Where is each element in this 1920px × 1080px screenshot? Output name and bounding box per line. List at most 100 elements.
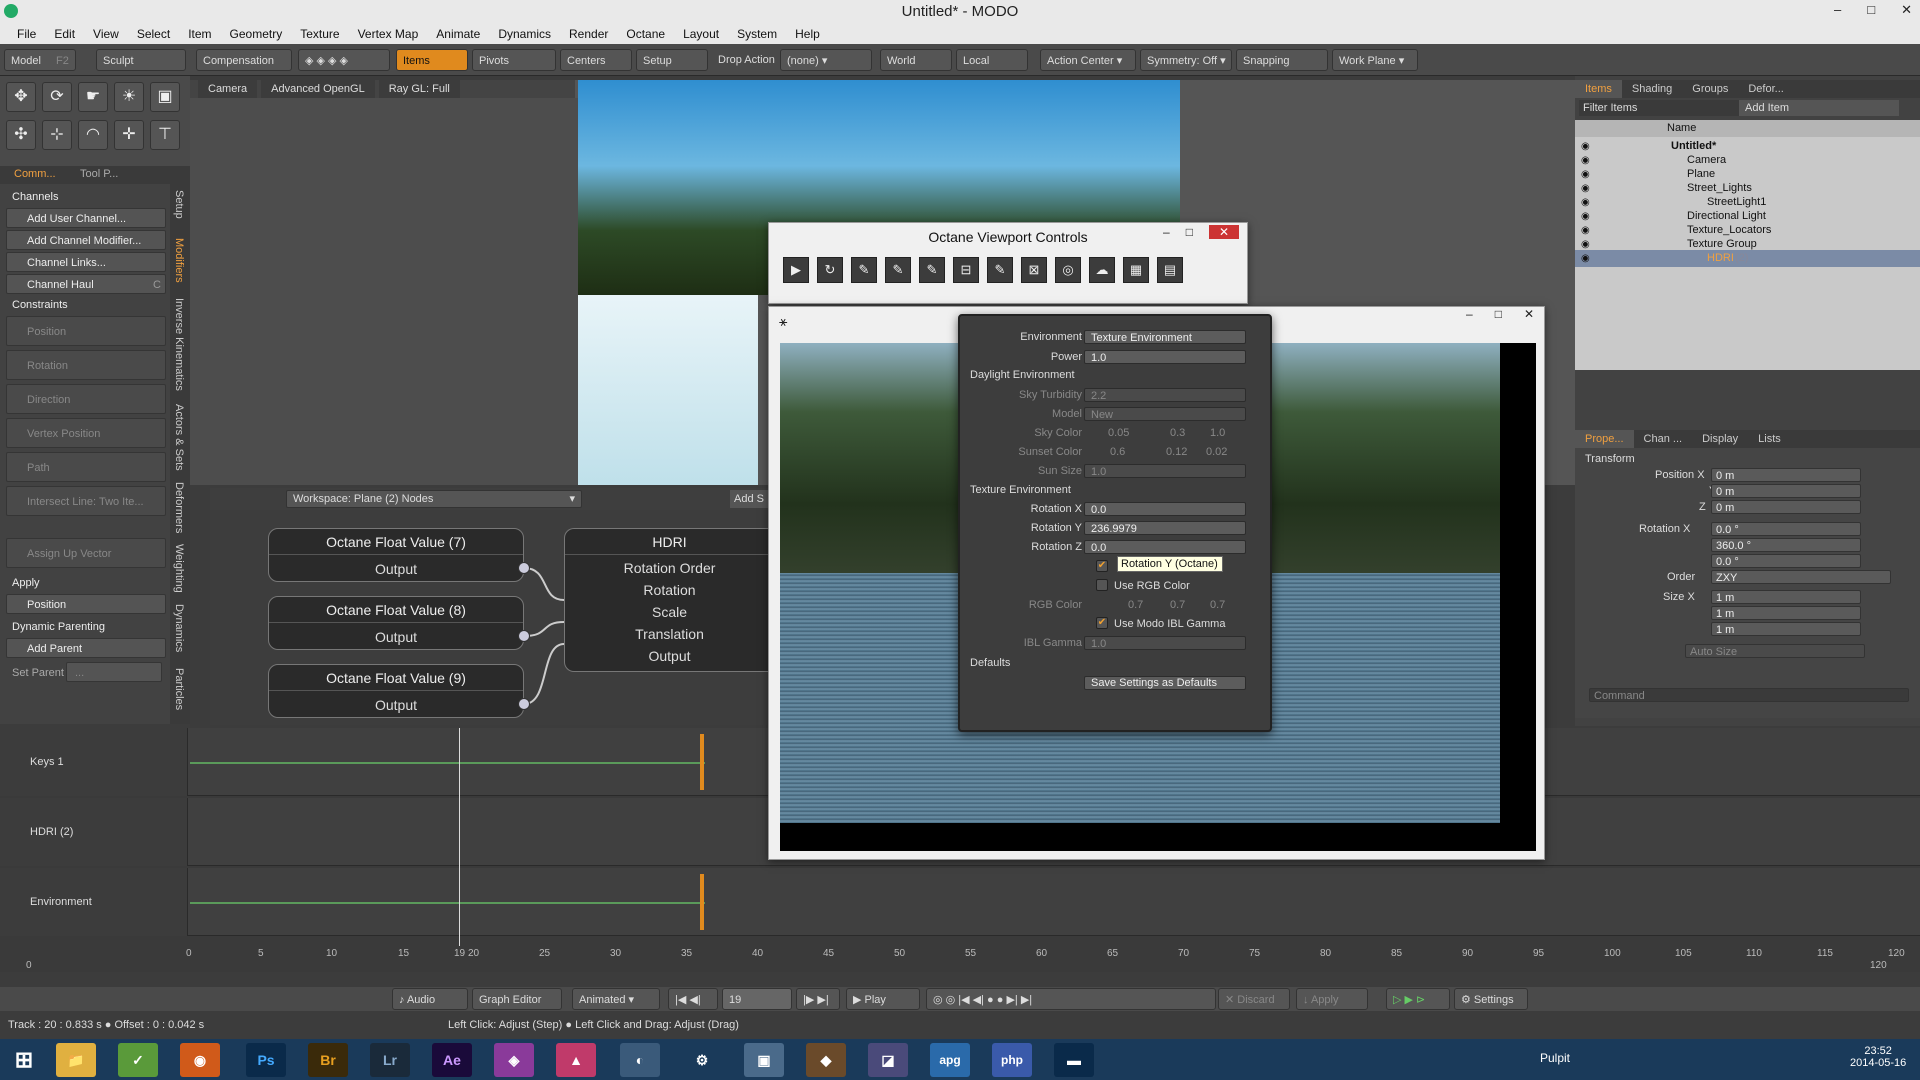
daylight-environment-header[interactable]: Daylight Environment [970, 368, 1075, 382]
play-button[interactable]: ▶ Play [846, 988, 920, 1010]
setup-button[interactable]: Setup [636, 49, 708, 71]
position-constraint-button[interactable]: Position [6, 316, 166, 346]
output-pin[interactable] [518, 562, 530, 574]
app-icon[interactable]: ✓ [118, 1043, 158, 1077]
menu-render[interactable]: Render [560, 24, 617, 44]
workspace-select[interactable]: Workspace: Plane (2) Nodes ▾ [286, 490, 582, 508]
clock[interactable]: 23:52 2014-05-16 [1850, 1045, 1906, 1069]
rotation-x-input[interactable]: 0.0 [1084, 502, 1246, 516]
imager-settings-icon[interactable]: ▦ [1123, 257, 1149, 283]
set-parent-select[interactable]: ... [66, 662, 162, 682]
sky-color-r[interactable]: 0.05 [1108, 426, 1129, 440]
command-input[interactable]: Command [1589, 688, 1909, 702]
size-x-input[interactable]: 1 m [1711, 590, 1861, 604]
rgb-color-r[interactable]: 0.7 [1128, 598, 1143, 612]
gl-viewport-grid[interactable] [190, 98, 578, 485]
size-y-input[interactable]: 1 m [1711, 606, 1861, 620]
keyframe-marker[interactable] [700, 874, 704, 930]
vtab-dynamics[interactable]: Dynamics [173, 604, 185, 652]
environment-select[interactable]: Texture Environment [1084, 330, 1246, 344]
position-x-input[interactable]: 0 m [1711, 468, 1861, 482]
world-button[interactable]: World [880, 49, 952, 71]
vtab-modifiers[interactable]: Modifiers [173, 238, 185, 283]
sunset-color-g[interactable]: 0.12 [1166, 445, 1187, 459]
position-z-input[interactable]: 0 m [1711, 500, 1861, 514]
tab-display[interactable]: Display [1692, 430, 1748, 448]
output-pin[interactable] [518, 698, 530, 710]
menu-layout[interactable]: Layout [674, 24, 728, 44]
frame-step-buttons[interactable]: |◀ ◀| [668, 988, 718, 1010]
sky-color-b[interactable]: 1.0 [1210, 426, 1225, 440]
menu-system[interactable]: System [728, 24, 786, 44]
key-controls[interactable]: ◎ ◎ |◀ ◀| ● ● ▶| ▶| [926, 988, 1216, 1010]
start-button-icon[interactable]: ⊞ [4, 1043, 44, 1077]
menu-animate[interactable]: Animate [427, 24, 489, 44]
centers-mode-button[interactable]: Centers [560, 49, 632, 71]
vtab-deformers[interactable]: Deformers [173, 482, 185, 533]
minimize-button[interactable]: – [1163, 225, 1170, 239]
items-mode-button[interactable]: Items [396, 49, 468, 71]
pick-white-balance-icon[interactable]: ✎ [885, 257, 911, 283]
menu-select[interactable]: Select [128, 24, 179, 44]
add-user-channel-button[interactable]: Add User Channel... [6, 208, 166, 228]
pick-focus-icon[interactable]: ✎ [851, 257, 877, 283]
current-frame-line[interactable] [459, 728, 460, 946]
power-input[interactable]: 1.0 [1084, 350, 1246, 364]
keyframe-marker[interactable] [700, 734, 704, 790]
vtab-weighting[interactable]: Weighting [173, 544, 185, 593]
rgb-color-b[interactable]: 0.7 [1210, 598, 1225, 612]
apply-position-button[interactable]: Position [6, 594, 166, 614]
filter-items-input[interactable]: Filter Items [1579, 100, 1739, 116]
timeline-ruler[interactable]: 0 5 10 15 19 20 25 30 35 40 45 50 55 60 … [0, 946, 1920, 972]
apply-button[interactable]: ↓ Apply [1296, 988, 1368, 1010]
sky-color-g[interactable]: 0.3 [1170, 426, 1185, 440]
direction-constraint-button[interactable]: Direction [6, 384, 166, 414]
start-render-icon[interactable]: ▶ [783, 257, 809, 283]
tab-items[interactable]: Items [1575, 80, 1622, 98]
node-graph[interactable]: Octane Float Value (7) Output Octane Flo… [210, 510, 774, 725]
menu-view[interactable]: View [84, 24, 128, 44]
rotation-x-input[interactable]: 0.0 ° [1711, 522, 1861, 536]
order-select[interactable]: ZXY [1711, 570, 1891, 584]
work-plane-select[interactable]: Work Plane ▾ [1332, 49, 1418, 71]
sculpt-tab[interactable]: Sculpt [96, 49, 186, 71]
rotation-z-input[interactable]: 0.0 [1084, 540, 1246, 554]
pivot-tool-icon[interactable]: ✛ [114, 120, 144, 150]
maximize-button[interactable]: □ [1867, 2, 1875, 18]
float-value-node-7[interactable]: Octane Float Value (7) Output [268, 528, 524, 582]
php-icon[interactable]: php [992, 1043, 1032, 1077]
sunset-color-b[interactable]: 0.02 [1206, 445, 1227, 459]
pick-material-icon[interactable]: ✎ [919, 257, 945, 283]
discard-button[interactable]: ✕ Discard [1218, 988, 1290, 1010]
local-button[interactable]: Local [956, 49, 1028, 71]
firefox-icon[interactable]: ◉ [180, 1043, 220, 1077]
menu-dynamics[interactable]: Dynamics [489, 24, 560, 44]
maximize-button[interactable]: □ [1186, 225, 1193, 239]
vtab-particles[interactable]: Particles [173, 668, 185, 710]
rgb-color-g[interactable]: 0.7 [1170, 598, 1185, 612]
snapping-button[interactable]: Snapping [1236, 49, 1328, 71]
minimize-button[interactable]: – [1466, 307, 1473, 321]
frame-forward-buttons[interactable]: |▶ ▶| [796, 988, 840, 1010]
restart-render-icon[interactable]: ↻ [817, 257, 843, 283]
graph-editor-button[interactable]: Graph Editor [472, 988, 562, 1010]
sun-size-input[interactable]: 1.0 [1084, 464, 1246, 478]
compensation-toggle[interactable]: Compensation [196, 49, 292, 71]
float-value-node-8[interactable]: Octane Float Value (8) Output [268, 596, 524, 650]
path-constraint-button[interactable]: Path [6, 452, 166, 482]
visibility-eye-icon[interactable]: ◉ [1581, 250, 1593, 267]
app-icon[interactable]: ▣ [744, 1043, 784, 1077]
close-button[interactable]: ✕ [1524, 307, 1534, 321]
close-button[interactable]: ✕ [1208, 225, 1239, 239]
channel-links-button[interactable]: Channel Links... [6, 252, 166, 272]
camera-tool-icon[interactable]: ▣ [150, 82, 180, 112]
bridge-icon[interactable]: Br [308, 1043, 348, 1077]
tab-tool-properties[interactable]: Tool P... [80, 168, 118, 180]
use-rgb-color-checkbox[interactable] [1096, 579, 1108, 591]
add-parent-button[interactable]: Add Parent [6, 638, 166, 658]
selection-mode-icons[interactable]: ◈ ◈ ◈ ◈ [298, 49, 390, 71]
use-modo-ibl-gamma-checkbox[interactable]: ✔ [1096, 617, 1108, 629]
playback-buttons[interactable]: ▷ ▶ ⊳ [1386, 988, 1450, 1010]
app-icon[interactable]: ⚙ [682, 1043, 722, 1077]
rotation-constraint-button[interactable]: Rotation [6, 350, 166, 380]
